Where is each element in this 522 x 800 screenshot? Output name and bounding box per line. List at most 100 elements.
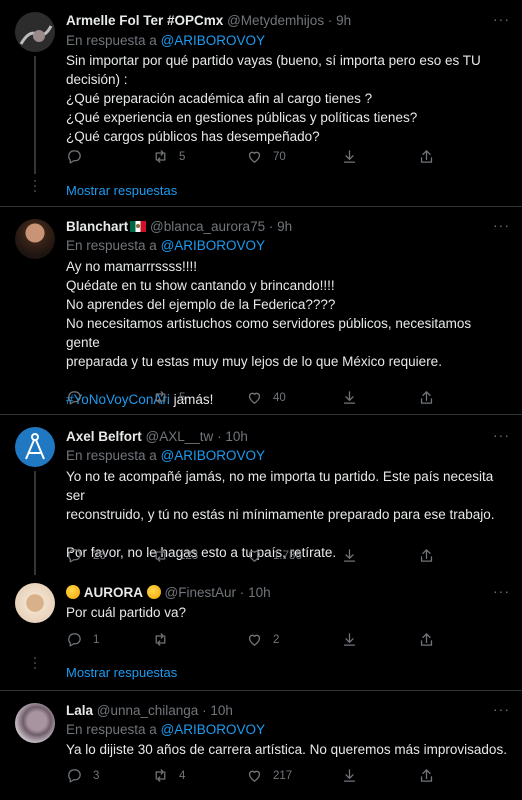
sparkle-emoji-icon: [66, 585, 80, 599]
separator: ·: [202, 703, 207, 718]
user-handle[interactable]: @unna_chilanga: [97, 703, 199, 718]
tweet-line: [66, 371, 508, 390]
avatar[interactable]: [15, 219, 55, 259]
separator: ·: [268, 219, 274, 234]
download-button[interactable]: [341, 631, 358, 648]
share-icon: [420, 150, 433, 163]
show-replies-link[interactable]: Mostrar respuestas: [66, 183, 177, 198]
tweet-line: decisión) :: [66, 72, 128, 87]
tweet-line: ¿Qué preparación académica afin al cargo…: [66, 91, 373, 106]
tweet-line: Sin importar por qué partido vayas (buen…: [66, 53, 481, 68]
like-button[interactable]: 40: [246, 389, 286, 406]
retweet-icon: [155, 549, 166, 562]
timestamp[interactable]: 9h: [277, 219, 292, 234]
like-count: 70: [273, 150, 286, 163]
display-name[interactable]: Axel Belfort: [66, 429, 142, 444]
mention-link[interactable]: @ARIBOROVOY: [161, 448, 265, 463]
action-bar: 5 40: [66, 389, 446, 407]
retweet-icon: [155, 769, 166, 782]
tweet-aurora[interactable]: AURORA @FinestAur · 10h ··· Por cuál par…: [0, 573, 522, 685]
avatar[interactable]: [15, 12, 55, 52]
user-handle[interactable]: @blanca_aurora75: [150, 219, 265, 234]
display-name[interactable]: Blanchart: [66, 219, 128, 234]
display-name[interactable]: AURORA: [84, 585, 143, 600]
more-options-icon[interactable]: ···: [493, 11, 510, 27]
retweet-count: 5: [179, 150, 186, 163]
mention-link[interactable]: @ARIBOROVOY: [161, 33, 265, 48]
more-options-icon[interactable]: ···: [493, 217, 510, 233]
like-button[interactable]: 70: [246, 148, 286, 165]
thread-line: [34, 56, 36, 174]
more-options-icon[interactable]: ···: [493, 427, 510, 443]
reply-prefix: En respuesta a: [66, 33, 157, 48]
user-handle[interactable]: @AXL__tw: [146, 429, 214, 444]
tweet-line: preparada y tu estas muy muy lejos de lo…: [66, 354, 442, 369]
tweet-line: Ya lo dijiste 30 años de carrera artísti…: [66, 742, 507, 757]
tweet-lala[interactable]: Lala @unna_chilanga · 10h ··· En respues…: [0, 691, 522, 800]
mention-link[interactable]: @ARIBOROVOY: [161, 722, 265, 737]
reply-count: 3: [93, 769, 100, 782]
tweet-header: Lala @unna_chilanga · 10h: [66, 703, 492, 718]
avatar[interactable]: [15, 583, 55, 623]
reply-button[interactable]: 26: [66, 547, 106, 564]
share-button[interactable]: [418, 148, 435, 165]
share-button[interactable]: [418, 389, 435, 406]
tweet-header: Armelle Fol Ter #OPCmx @Metydemhijos · 9…: [66, 13, 492, 28]
share-button[interactable]: [418, 767, 435, 784]
download-icon: [343, 150, 356, 163]
download-button[interactable]: [341, 148, 358, 165]
more-options-icon[interactable]: ···: [493, 583, 510, 599]
retweet-button[interactable]: [152, 631, 179, 648]
share-button[interactable]: [418, 547, 435, 564]
tweet-blanchart[interactable]: Blanchart @blanca_aurora75 · 9h ··· En r…: [0, 207, 522, 414]
action-bar: 5 70: [66, 148, 446, 166]
reply-icon: [68, 391, 81, 405]
reply-button[interactable]: 3: [66, 767, 99, 784]
timestamp[interactable]: 10h: [210, 703, 233, 718]
thread-line: [34, 471, 36, 575]
like-button[interactable]: 2: [246, 631, 279, 648]
timestamp[interactable]: 9h: [336, 13, 351, 28]
avatar[interactable]: [15, 703, 55, 743]
like-button[interactable]: 217: [246, 767, 292, 784]
tweet-text: Ya lo dijiste 30 años de carrera artísti…: [66, 740, 508, 759]
user-handle[interactable]: @Metydemhijos: [227, 13, 324, 28]
share-button[interactable]: [418, 631, 435, 648]
reply-button[interactable]: [66, 148, 93, 165]
like-count: 40: [273, 391, 286, 404]
show-replies-link[interactable]: Mostrar respuestas: [66, 665, 177, 680]
reply-count: 1: [93, 633, 100, 646]
action-bar: 26 123 1.736: [66, 547, 446, 565]
reply-button[interactable]: [66, 389, 93, 406]
retweet-button[interactable]: 4: [152, 767, 185, 784]
tweet-line: No aprendes del ejemplo de la Federica??…: [66, 297, 336, 312]
display-name[interactable]: Lala: [66, 703, 93, 718]
retweet-button[interactable]: 123: [152, 547, 198, 564]
download-button[interactable]: [341, 389, 358, 406]
reply-prefix: En respuesta a: [66, 448, 157, 463]
timestamp[interactable]: 10h: [225, 429, 248, 444]
heart-icon: [248, 634, 261, 646]
tweet-armelle[interactable]: Armelle Fol Ter #OPCmx @Metydemhijos · 9…: [0, 0, 522, 206]
user-handle[interactable]: @FinestAur: [165, 585, 236, 600]
more-options-icon[interactable]: ···: [493, 701, 510, 717]
heart-icon: [248, 770, 261, 782]
reply-icon: [68, 633, 81, 647]
mention-link[interactable]: @ARIBOROVOY: [161, 238, 265, 253]
retweet-icon: [155, 633, 166, 646]
retweet-count: 5: [179, 391, 186, 404]
download-button[interactable]: [341, 767, 358, 784]
download-button[interactable]: [341, 547, 358, 564]
retweet-button[interactable]: 5: [152, 389, 185, 406]
timestamp[interactable]: 10h: [248, 585, 271, 600]
display-name[interactable]: Armelle Fol Ter #OPCmx: [66, 13, 223, 28]
reply-button[interactable]: 1: [66, 631, 99, 648]
tweet-line: No necesitamos artistuchos como servidor…: [66, 316, 472, 350]
like-button[interactable]: 1.736: [246, 547, 302, 564]
tweet-axel[interactable]: Axel Belfort @AXL__tw · 10h ··· En respu…: [0, 415, 522, 575]
retweet-button[interactable]: 5: [152, 148, 185, 165]
download-icon: [343, 549, 356, 562]
tweet-line: ¿Qué experiencia en gestiones públicas y…: [66, 110, 418, 125]
avatar[interactable]: [15, 427, 55, 467]
download-icon: [343, 769, 356, 782]
